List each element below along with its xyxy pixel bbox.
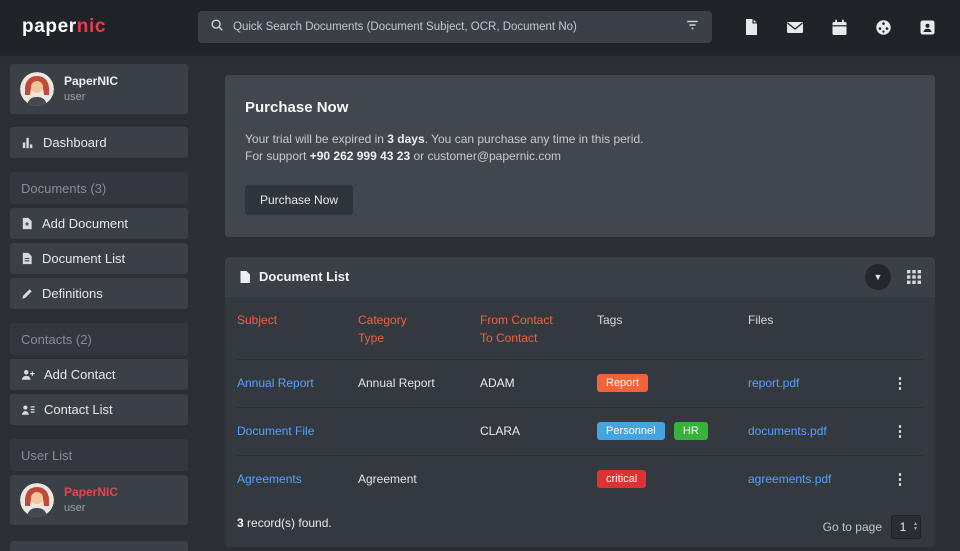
top-icon-group xyxy=(743,0,936,54)
account-card-icon[interactable] xyxy=(919,19,936,36)
sidebar-profile-top[interactable]: PaperNIC user xyxy=(10,64,188,114)
main-content: Purchase Now Your trial will be expired … xyxy=(225,75,935,547)
sidebar-item-document-list[interactable]: Document List xyxy=(10,243,188,274)
table-row: Annual Report Annual Report ADAM Report … xyxy=(237,359,923,407)
brand-logo-part2: nic xyxy=(77,16,106,37)
sidebar-item-label: Add Document xyxy=(42,216,128,231)
page-number-value: 1 xyxy=(892,520,914,534)
purchase-line-1: Your trial will be expired in 3 days. Yo… xyxy=(245,131,915,148)
tags-cell: Personnel HR xyxy=(597,422,748,440)
documents-table: Subject Category Type From Contact To Co… xyxy=(225,297,935,503)
contact-cell: ADAM xyxy=(480,376,597,390)
purchase-now-button[interactable]: Purchase Now xyxy=(245,185,353,215)
sidebar-item-label: Definitions xyxy=(42,286,103,301)
row-menu-icon[interactable]: ⋮ xyxy=(890,470,910,488)
sidebar-profile-bottom[interactable]: PaperNIC user xyxy=(10,475,188,525)
file-icon xyxy=(239,270,251,284)
tags-cell: Report xyxy=(597,374,748,392)
brand-logo-part1: paper xyxy=(22,16,77,37)
avatar xyxy=(20,72,54,106)
filter-icon[interactable] xyxy=(685,18,700,37)
support-phone: +90 262 999 43 23 xyxy=(310,149,410,163)
tag-badge: Report xyxy=(597,374,648,392)
trial-days: 3 days xyxy=(387,132,424,146)
sidebar-item-contact-list[interactable]: Contact List xyxy=(10,394,188,425)
sidebar-item-dashboard[interactable]: Dashboard xyxy=(10,127,188,158)
chevron-down-icon: ▼ xyxy=(874,272,883,282)
sidebar-item-add-contact[interactable]: Add Contact xyxy=(10,359,188,390)
tag-badge: critical xyxy=(597,470,646,488)
table-row: Document File CLARA Personnel HR documen… xyxy=(237,407,923,455)
document-list-title: Document List xyxy=(239,269,349,284)
add-contact-icon xyxy=(21,368,35,381)
file-link[interactable]: agreements.pdf xyxy=(748,472,831,486)
add-document-icon xyxy=(21,217,33,230)
document-subject-link[interactable]: Annual Report xyxy=(237,376,314,390)
palette-icon[interactable] xyxy=(875,19,892,36)
sidebar-item-definitions[interactable]: Definitions xyxy=(10,278,188,309)
document-subject-link[interactable]: Document File xyxy=(237,424,314,438)
page-number-input[interactable]: 1 ▴▾ xyxy=(891,515,921,539)
tags-cell: critical xyxy=(597,470,748,488)
purchase-title: Purchase Now xyxy=(245,99,915,116)
table-row: Agreements Agreement critical agreements… xyxy=(237,455,923,503)
sidebar: PaperNIC user Dashboard Documents (3) Ad… xyxy=(10,64,188,551)
document-list-actions: ▼ xyxy=(865,264,921,290)
category-cell: Agreement xyxy=(358,472,480,486)
sidebar-item-add-document[interactable]: Add Document xyxy=(10,208,188,239)
number-stepper-icons[interactable]: ▴▾ xyxy=(914,522,917,532)
quick-search-box[interactable] xyxy=(198,11,712,43)
contact-cell: CLARA xyxy=(480,424,597,438)
purchase-line-2: For support +90 262 999 43 23 or custome… xyxy=(245,148,915,165)
dashboard-icon xyxy=(21,136,34,149)
pagination: Go to page 1 ▴▾ xyxy=(823,515,921,539)
column-header-subject[interactable]: Subject xyxy=(237,311,358,348)
sidebar-section-user-list: User List xyxy=(10,439,188,471)
search-icon xyxy=(210,18,224,37)
top-bar: papernic xyxy=(0,0,960,54)
column-header-tags: Tags xyxy=(597,311,748,348)
file-link[interactable]: report.pdf xyxy=(748,376,799,390)
file-link[interactable]: documents.pdf xyxy=(748,424,827,438)
pencil-icon xyxy=(21,288,33,300)
profile-name: PaperNIC xyxy=(64,484,118,500)
avatar xyxy=(20,483,54,517)
document-subject-link[interactable]: Agreements xyxy=(237,472,302,486)
grid-view-icon[interactable] xyxy=(907,270,921,284)
column-header-contacts[interactable]: From Contact To Contact xyxy=(480,311,597,348)
goto-page-label: Go to page xyxy=(823,520,882,534)
column-header-actions xyxy=(890,311,923,348)
row-menu-icon[interactable]: ⋮ xyxy=(890,374,910,392)
column-header-category-type[interactable]: Category Type xyxy=(358,311,480,348)
profile-role: user xyxy=(64,90,118,105)
document-list-card: Document List ▼ Subject Category Ty xyxy=(225,257,935,547)
tag-badge: HR xyxy=(674,422,708,440)
category-cell: Annual Report xyxy=(358,376,480,390)
sidebar-section-contacts: Contacts (2) xyxy=(10,323,188,355)
app-window: papernic xyxy=(0,0,960,551)
profile-role: user xyxy=(64,501,118,516)
purchase-banner: Purchase Now Your trial will be expired … xyxy=(225,75,935,237)
sidebar-item-label: Dashboard xyxy=(43,135,107,150)
brand-logo[interactable]: papernic xyxy=(22,16,106,38)
file-icon[interactable] xyxy=(743,18,759,36)
contact-list-icon xyxy=(21,403,35,416)
row-menu-icon[interactable]: ⋮ xyxy=(890,422,910,440)
mail-icon[interactable] xyxy=(786,20,804,35)
sidebar-item-label: Add Contact xyxy=(44,367,116,382)
tag-badge: Personnel xyxy=(597,422,665,440)
document-list-header: Document List ▼ xyxy=(225,257,935,297)
document-list-icon xyxy=(21,252,33,265)
sidebar-item-label: Document List xyxy=(42,251,125,266)
table-header-row: Subject Category Type From Contact To Co… xyxy=(237,297,923,359)
collapse-button[interactable]: ▼ xyxy=(865,264,891,290)
calendar-icon[interactable] xyxy=(831,19,848,36)
profile-name: PaperNIC xyxy=(64,73,118,89)
column-header-files: Files xyxy=(748,311,890,348)
sidebar-item-label: Contact List xyxy=(44,402,113,417)
sidebar-item-clipped xyxy=(10,541,188,551)
search-input[interactable] xyxy=(233,21,685,33)
sidebar-section-documents: Documents (3) xyxy=(10,172,188,204)
